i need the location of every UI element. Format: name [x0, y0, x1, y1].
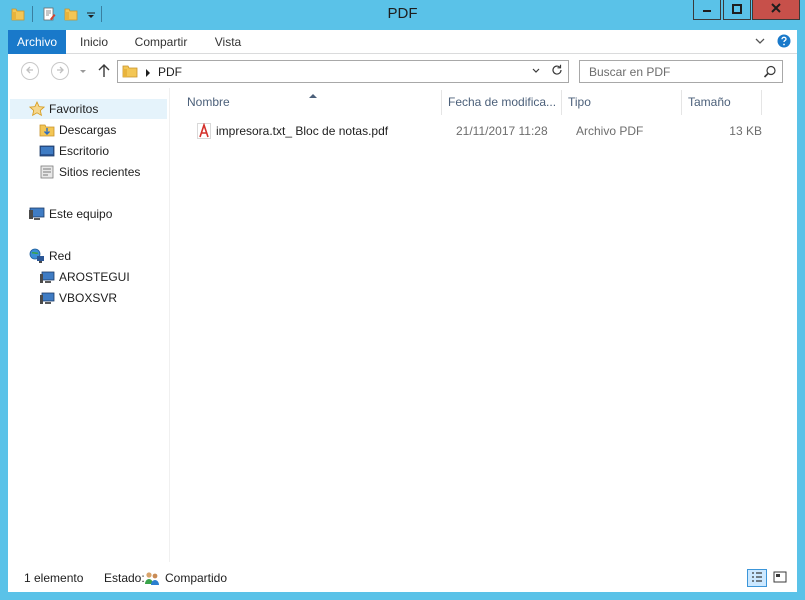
details-view-button[interactable]: [747, 569, 767, 587]
ribbon: Archivo Inicio Compartir Vista: [8, 30, 797, 54]
expand-ribbon-button[interactable]: [752, 34, 768, 50]
up-arrow-icon: [97, 64, 111, 82]
column-header-tamano[interactable]: Tamaño: [682, 90, 762, 115]
details-view-icon: [751, 571, 763, 586]
status-label: Estado:: [104, 571, 145, 585]
up-button[interactable]: [97, 63, 111, 79]
column-header-nombre[interactable]: Nombre: [181, 90, 442, 115]
computer-icon: [29, 206, 45, 222]
sidebar-item-escritorio[interactable]: Escritorio: [39, 141, 109, 161]
large-icons-view-button[interactable]: [770, 569, 790, 587]
sidebar-item-arostegui[interactable]: AROSTEGUI: [39, 267, 130, 287]
sidebar-item-label: Sitios recientes: [59, 165, 141, 179]
file-size: 13 KB: [729, 124, 762, 138]
sidebar-item-red[interactable]: Red: [29, 246, 71, 266]
explorer-client: Archivo Inicio Compartir Vista PDF Busca…: [8, 30, 797, 592]
navigation-pane: Favoritos Descargas Escritorio Sitios re…: [8, 88, 170, 562]
star-icon: [29, 101, 45, 117]
file-modified: 21/11/2017 11:28: [456, 124, 548, 138]
maximize-button[interactable]: [723, 0, 751, 20]
sidebar-item-label: Descargas: [59, 123, 117, 137]
maximize-icon: [732, 3, 742, 17]
explorer-window: PDF Archivo Inicio Compartir Vista PDF B…: [0, 0, 805, 600]
file-type: Archivo PDF: [576, 124, 644, 138]
window-title: PDF: [387, 5, 418, 22]
sidebar-item-label: AROSTEGUI: [59, 270, 130, 284]
address-dropdown-button[interactable]: [529, 64, 543, 79]
tab-inicio[interactable]: Inicio: [72, 30, 116, 54]
refresh-icon: [551, 64, 563, 79]
pdf-file-icon: [197, 122, 211, 142]
sidebar-item-descargas[interactable]: Descargas: [39, 120, 116, 140]
refresh-button[interactable]: [549, 64, 564, 79]
network-computer-icon: [39, 269, 55, 285]
back-button[interactable]: [21, 62, 39, 80]
network-computer-icon: [39, 290, 55, 306]
sidebar-item-label: Escritorio: [59, 144, 110, 158]
tab-compartir[interactable]: Compartir: [126, 30, 196, 54]
large-icons-view-icon: [773, 571, 787, 586]
column-header-tipo[interactable]: Tipo: [562, 90, 682, 115]
search-box[interactable]: [579, 60, 783, 83]
navigation-bar: PDF: [8, 54, 797, 88]
sidebar-item-sitios-recientes[interactable]: Sitios recientes: [39, 162, 140, 182]
forward-button[interactable]: [51, 62, 69, 80]
help-icon: [777, 34, 791, 51]
sidebar-item-label: VBOXSVR: [59, 291, 118, 305]
back-arrow-icon: [25, 64, 35, 78]
chevron-down-icon: [754, 35, 766, 50]
file-name: impresora.txt_ Bloc de notas.pdf: [216, 124, 389, 138]
sidebar-item-este-equipo[interactable]: Este equipo: [29, 204, 112, 224]
table-row[interactable]: impresora.txt_ Bloc de notas.pdf 21/11/2…: [186, 121, 766, 141]
help-button[interactable]: [776, 34, 792, 50]
recent-locations-icon: [78, 66, 88, 80]
search-input[interactable]: [580, 61, 760, 82]
desktop-icon: [39, 143, 55, 159]
sidebar-item-label: Este equipo: [49, 207, 113, 221]
recent-places-icon: [39, 164, 55, 180]
sidebar-item-label: Red: [49, 249, 72, 263]
close-button[interactable]: [752, 0, 800, 20]
recent-locations-button[interactable]: [78, 66, 88, 76]
title-bar: PDF: [0, 0, 805, 30]
file-list: Nombre Fecha de modifica... Tipo Tamaño …: [170, 88, 797, 562]
tab-archivo[interactable]: Archivo: [8, 30, 66, 54]
column-header-fecha[interactable]: Fecha de modifica...: [442, 90, 562, 115]
search-icon[interactable]: [763, 65, 777, 82]
sidebar-item-favoritos[interactable]: Favoritos: [10, 99, 167, 119]
item-count: 1 elemento: [24, 571, 84, 585]
shared-users-icon: [144, 570, 160, 589]
chevron-down-icon: [531, 65, 541, 79]
minimize-button[interactable]: [693, 0, 721, 20]
minimize-icon: [702, 3, 712, 17]
breadcrumb-separator-icon: [144, 67, 152, 81]
network-icon: [29, 248, 45, 264]
status-value: Compartido: [165, 571, 228, 585]
forward-arrow-icon: [55, 64, 65, 78]
breadcrumb-item[interactable]: PDF: [158, 65, 182, 79]
close-icon: [770, 2, 782, 17]
downloads-folder-icon: [39, 122, 55, 138]
status-bar: 1 elemento Estado: Compartido: [8, 562, 797, 592]
address-bar[interactable]: PDF: [117, 60, 569, 83]
tab-vista[interactable]: Vista: [206, 30, 250, 54]
folder-icon: [122, 63, 138, 82]
sidebar-item-label: Favoritos: [49, 102, 99, 116]
sidebar-item-vboxsvr[interactable]: VBOXSVR: [39, 288, 117, 308]
